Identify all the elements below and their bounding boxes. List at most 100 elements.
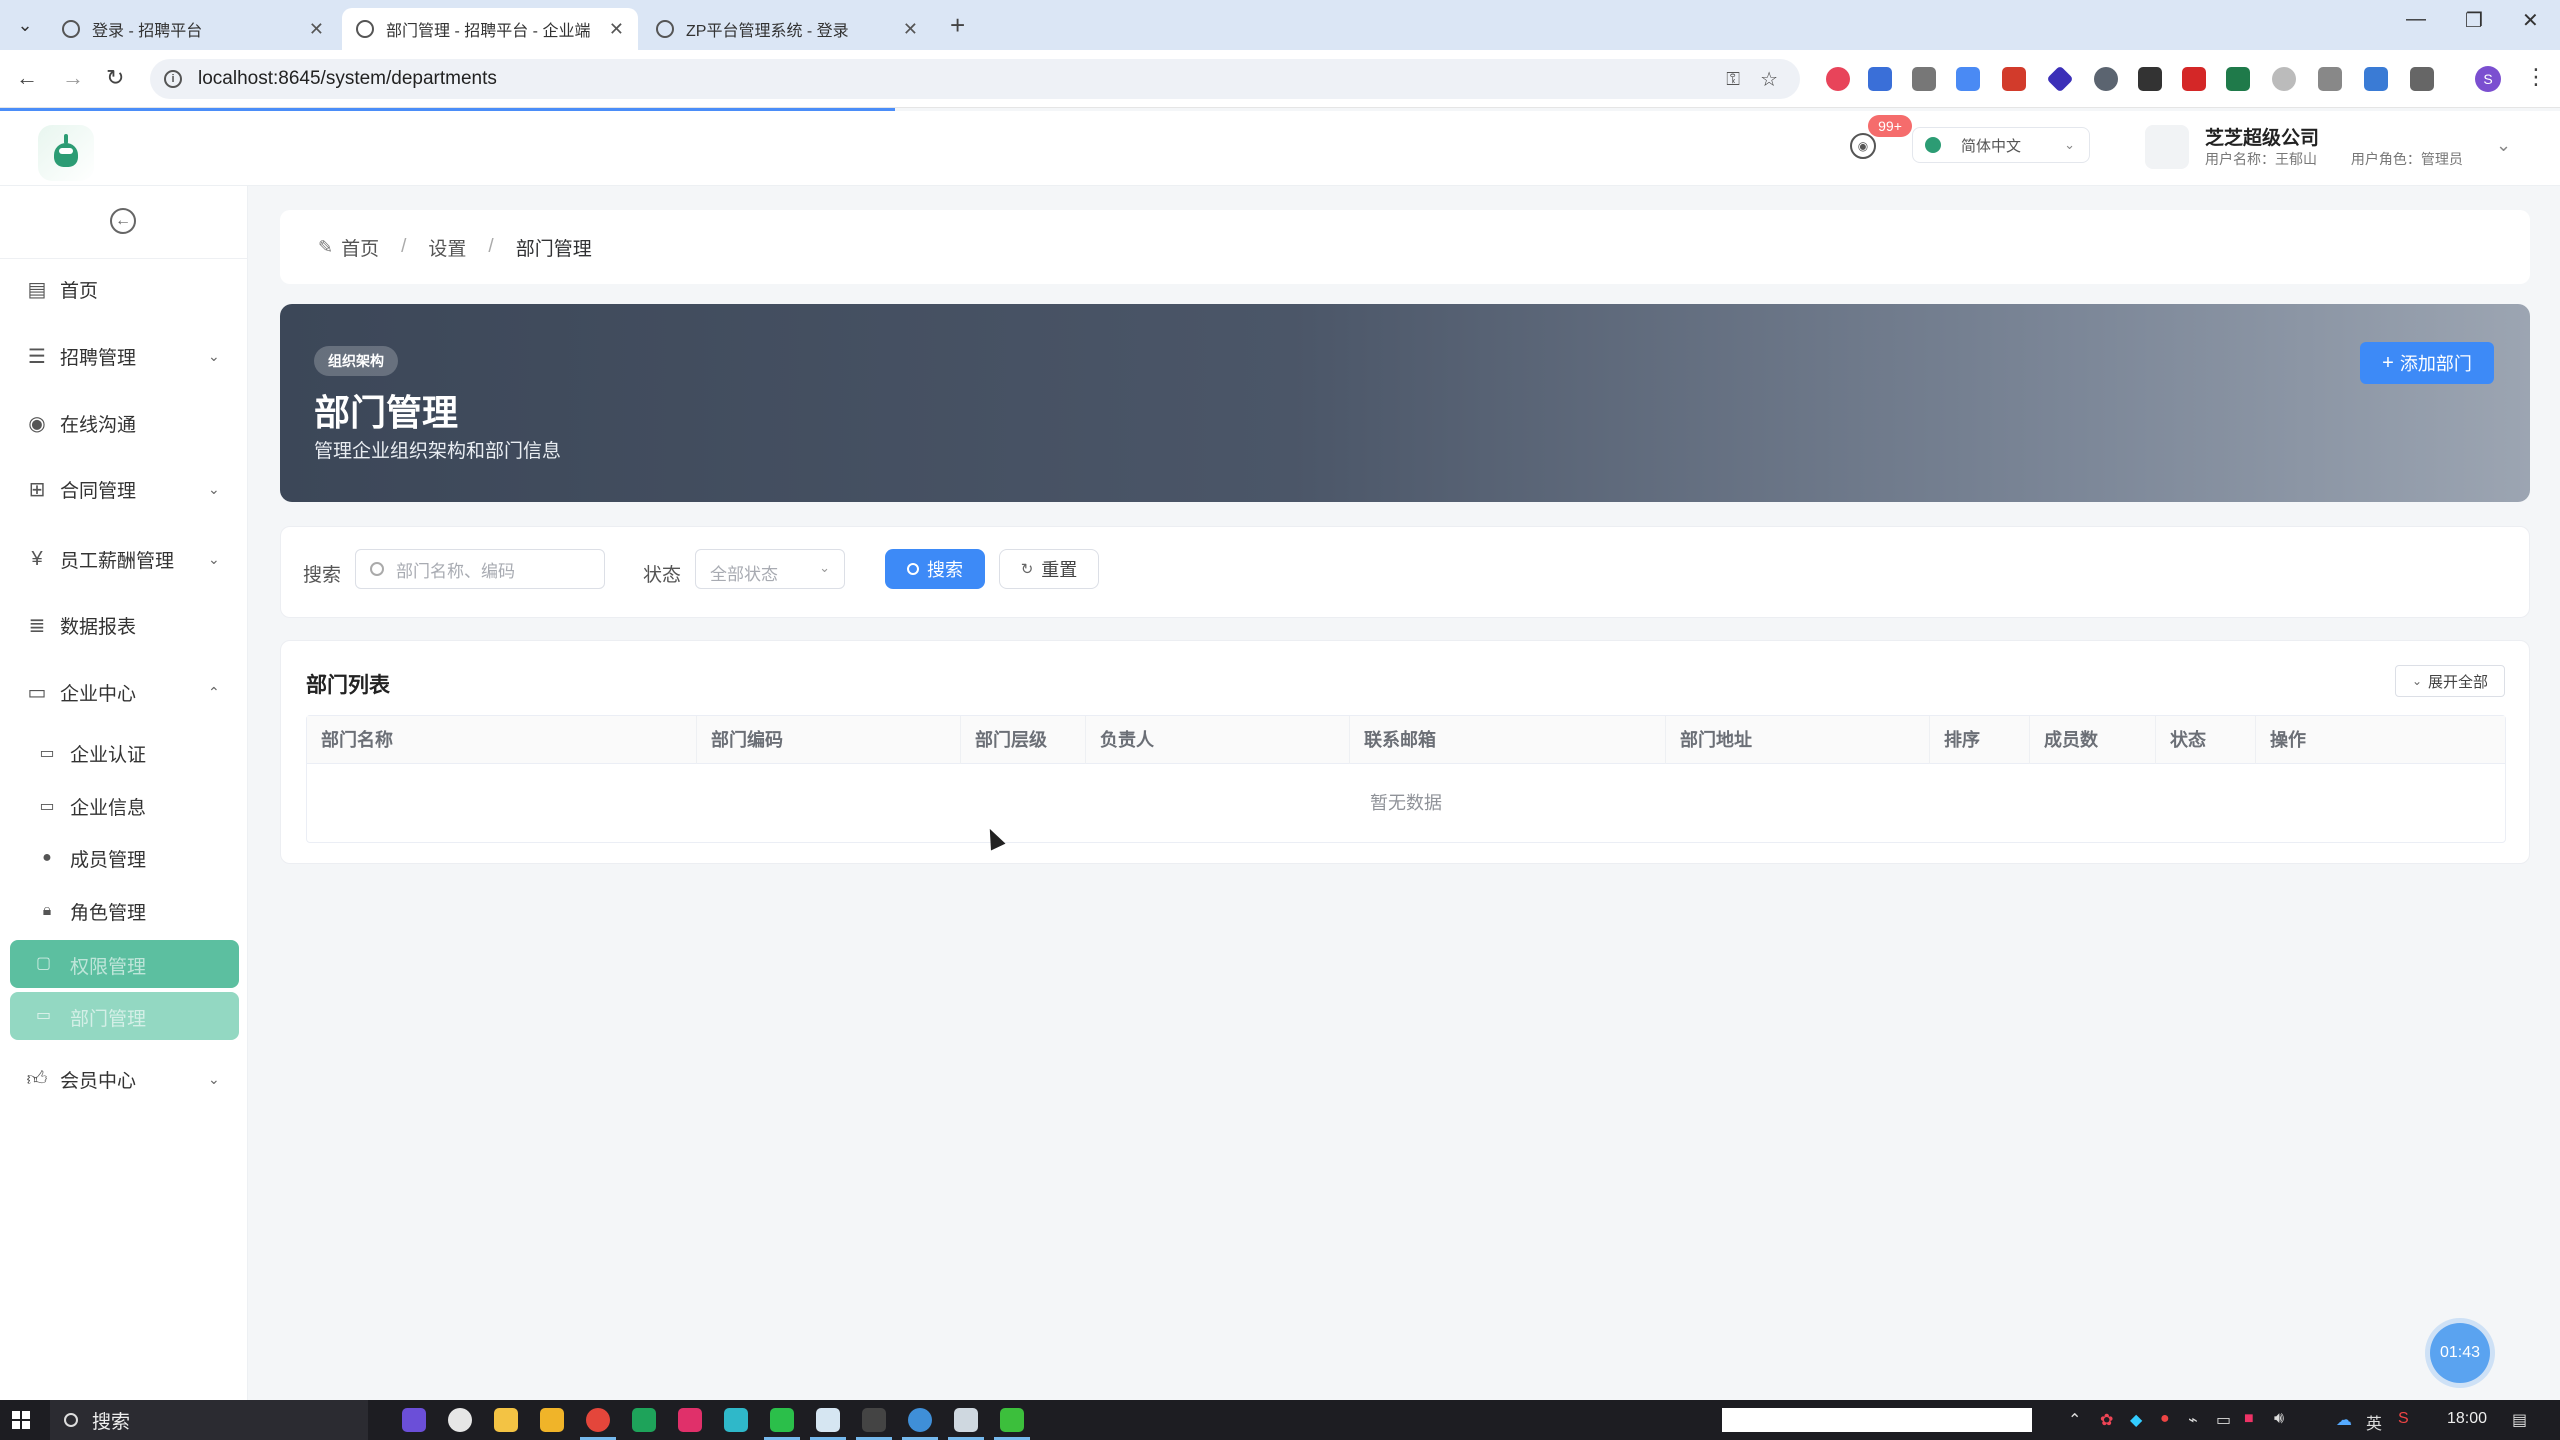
extension-icon[interactable] <box>2046 65 2074 93</box>
sidebar-item-contracts[interactable]: ⊞ 合同管理 ⌄ <box>0 464 248 514</box>
taskbar-app-icon[interactable] <box>402 1408 426 1432</box>
taskbar-app-icon[interactable] <box>902 1408 938 1440</box>
close-tab-icon[interactable]: ✕ <box>609 19 624 40</box>
sidebar-item-home[interactable]: ▤ 首页 <box>0 264 248 314</box>
search-input[interactable]: 部门名称、编码 <box>355 549 605 589</box>
extension-icon[interactable] <box>2094 67 2118 91</box>
column-header[interactable]: 部门名称 <box>307 716 697 764</box>
tray-ime-icon[interactable]: S <box>2398 1410 2409 1428</box>
reset-button[interactable]: ↻ 重置 <box>999 549 1099 589</box>
tray-network-icon[interactable]: ⌁ <box>2188 1410 2198 1430</box>
column-header[interactable]: 部门层级 <box>961 716 1086 764</box>
back-icon[interactable]: ← <box>16 65 38 91</box>
restore-icon[interactable]: ❐ <box>2465 8 2483 33</box>
bookmark-star-icon[interactable]: ☆ <box>1760 67 1778 92</box>
extension-icon[interactable] <box>2364 67 2388 91</box>
windows-start-icon[interactable] <box>12 1411 30 1429</box>
extension-icon[interactable] <box>1868 67 1892 91</box>
file-explorer-icon[interactable] <box>494 1408 518 1432</box>
extensions-puzzle-icon[interactable] <box>2410 67 2434 91</box>
status-select[interactable]: 全部状态 ⌄ <box>695 549 845 589</box>
tray-chrome-icon[interactable]: ● <box>2160 1410 2170 1428</box>
extension-icon[interactable] <box>1912 67 1936 91</box>
column-header[interactable]: 部门地址 <box>1666 716 1930 764</box>
new-tab-icon[interactable]: + <box>950 10 965 41</box>
extension-icon[interactable] <box>2272 67 2296 91</box>
camera-extension-icon[interactable] <box>2318 67 2342 91</box>
column-header[interactable]: 联系邮箱 <box>1350 716 1666 764</box>
sidebar-item-reports[interactable]: ≣ 数据报表 <box>0 600 248 650</box>
sidebar-item-recruitment[interactable]: ☰ 招聘管理 ⌄ <box>0 331 248 381</box>
address-bar[interactable]: i localhost:8645/system/departments ⚿ ☆ <box>150 59 1800 99</box>
column-header[interactable]: 排序 <box>1930 716 2030 764</box>
reload-icon[interactable]: ↻ <box>106 65 124 91</box>
add-department-button[interactable]: + 添加部门 <box>2360 342 2494 384</box>
tray-app-icon[interactable]: ✿ <box>2100 1410 2113 1430</box>
column-header[interactable]: 负责人 <box>1086 716 1350 764</box>
tray-chevron-up-icon[interactable]: ⌃ <box>2068 1410 2081 1430</box>
profile-avatar[interactable]: S <box>2475 66 2501 92</box>
column-header[interactable]: 部门编码 <box>697 716 961 764</box>
taskbar-input-box[interactable] <box>1722 1408 2032 1432</box>
sidebar-item-payroll[interactable]: ¥ 员工薪酬管理 ⌄ <box>0 534 248 584</box>
browser-menu-icon[interactable]: ⋮ <box>2525 64 2547 90</box>
breadcrumb-settings[interactable]: 设置 <box>428 234 466 261</box>
column-header[interactable]: 成员数 <box>2030 716 2156 764</box>
extension-icon[interactable] <box>2002 67 2026 91</box>
expand-all-button[interactable]: ⌄ 展开全部 <box>2395 665 2505 697</box>
sidebar-subitem-roles[interactable]: 🔒︎ 角色管理 <box>0 887 248 935</box>
sidebar-subitem-departments[interactable]: ▭ 部门管理 <box>10 992 239 1040</box>
browser-tab[interactable]: 登录 - 招聘平台 ✕ <box>48 8 338 50</box>
language-select[interactable]: 简体中文 ⌄ <box>1912 127 2090 163</box>
taskbar-app-icon[interactable] <box>678 1408 702 1432</box>
translate-extension-icon[interactable] <box>1956 67 1980 91</box>
taskbar-search[interactable]: 搜索 <box>50 1400 368 1440</box>
chrome-icon[interactable] <box>580 1408 616 1440</box>
sidebar-subitem-permissions[interactable]: ▢ 权限管理 <box>10 940 239 988</box>
sidebar-item-enterprise[interactable]: ▭ 企业中心 ⌃ <box>0 667 248 717</box>
extension-icon[interactable] <box>2226 67 2250 91</box>
floating-timer[interactable]: 01:43 <box>2430 1323 2490 1383</box>
password-key-icon[interactable]: ⚿ <box>1726 69 1740 90</box>
sidebar-subitem-certification[interactable]: ▭ 企业认证 <box>0 729 248 777</box>
taskbar-app-icon[interactable] <box>948 1408 984 1440</box>
extension-icon[interactable] <box>1826 67 1850 91</box>
tray-app-icon[interactable]: ■ <box>2244 1410 2254 1428</box>
search-button[interactable]: 搜索 <box>885 549 985 589</box>
taskbar-app-icon[interactable] <box>724 1408 748 1432</box>
pdf-extension-icon[interactable] <box>2182 67 2206 91</box>
taskbar-app-icon[interactable] <box>448 1408 472 1432</box>
breadcrumb-home[interactable]: 首页 <box>341 234 379 261</box>
close-tab-icon[interactable]: ✕ <box>309 19 324 40</box>
taskbar-app-icon[interactable] <box>632 1408 656 1432</box>
notification-bell-icon[interactable]: ◉ <box>1850 133 1876 159</box>
tray-app-icon[interactable]: ◆ <box>2130 1410 2142 1430</box>
browser-tab[interactable]: ZP平台管理系统 - 登录 ✕ <box>642 8 932 50</box>
wechat-icon[interactable] <box>764 1408 800 1440</box>
taskbar-app-icon[interactable] <box>856 1408 892 1440</box>
taskbar-app-icon[interactable] <box>994 1408 1030 1440</box>
taskbar-app-icon[interactable] <box>540 1408 564 1432</box>
tray-cloud-icon[interactable]: ☁ <box>2336 1410 2352 1430</box>
sidebar-subitem-members[interactable]: ● 成员管理 <box>0 834 248 882</box>
sidebar-item-membership[interactable]: 👍︎ 会员中心 ⌄ <box>0 1054 248 1104</box>
forward-icon[interactable]: → <box>62 65 84 91</box>
sidebar-subitem-company-info[interactable]: ▭ 企业信息 <box>0 782 248 830</box>
column-header[interactable]: 状态 <box>2156 716 2256 764</box>
tray-display-icon[interactable]: ▭ <box>2216 1410 2231 1430</box>
taskbar-app-icon[interactable] <box>810 1408 846 1440</box>
notification-center-icon[interactable]: ▤ <box>2512 1410 2527 1430</box>
taskbar-clock[interactable]: 18:00 <box>2447 1410 2487 1428</box>
user-menu-chevron-icon[interactable]: ⌄ <box>2496 135 2511 156</box>
company-avatar[interactable] <box>2145 125 2189 169</box>
minimize-icon[interactable]: — <box>2406 8 2426 31</box>
tray-volume-icon[interactable]: 🔊︎ <box>2274 1410 2284 1428</box>
close-window-icon[interactable]: ✕ <box>2522 8 2539 33</box>
close-tab-icon[interactable]: ✕ <box>903 19 918 40</box>
site-info-icon[interactable]: i <box>164 70 182 88</box>
sidebar-item-chat[interactable]: ◉ 在线沟通 <box>0 398 248 448</box>
app-logo[interactable] <box>38 125 94 181</box>
browser-tab-active[interactable]: 部门管理 - 招聘平台 - 企业端 ✕ <box>342 8 638 50</box>
input-method-indicator[interactable]: 英 <box>2366 1410 2382 1434</box>
tab-search-icon[interactable]: ⌄ <box>12 12 38 38</box>
